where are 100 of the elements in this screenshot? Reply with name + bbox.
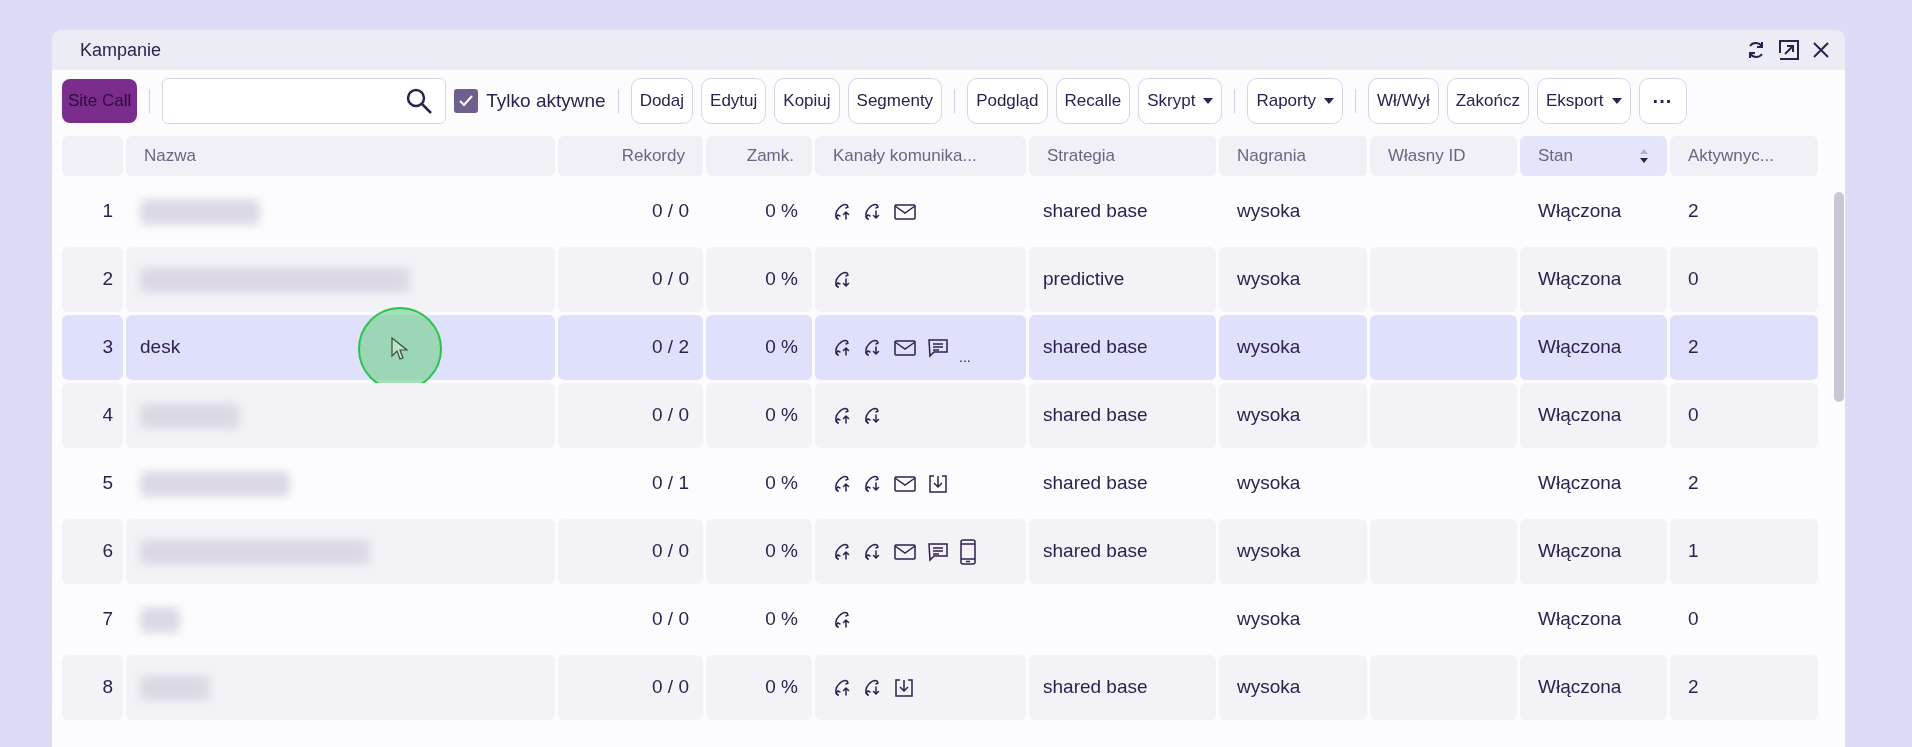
table-cell-text: wysoka <box>1236 607 1302 632</box>
table-cell-text: Włączona <box>1537 471 1623 496</box>
toolbar-button[interactable]: Zakończ <box>1446 78 1529 124</box>
toolbar-button[interactable]: Edytuj <box>701 78 767 124</box>
table-cell-text: 2 <box>1687 199 1700 224</box>
table-cell: shared base <box>1029 383 1216 448</box>
table-cell-text: shared base <box>1042 471 1149 496</box>
table-cell: wysoka <box>1219 519 1367 584</box>
table-cell-text: 0 <box>1687 607 1700 632</box>
table-cell: 0 % <box>706 247 812 312</box>
table-cell: Włączona <box>1520 247 1667 312</box>
table-cell: 2 <box>1670 655 1818 720</box>
column-header[interactable]: Aktywnyc... <box>1670 136 1818 176</box>
table-cell: 0 <box>1670 247 1818 312</box>
toolbar-button[interactable]: Segmenty <box>847 78 943 124</box>
table-cell-text: 0 % <box>764 199 799 224</box>
table-cell-text: 0 % <box>764 471 799 496</box>
table-cell-text: 0 / 0 <box>651 199 690 224</box>
phone-icon <box>959 538 977 565</box>
column-header[interactable]: Nagrania <box>1219 136 1367 176</box>
column-header[interactable]: Nazwa <box>126 136 555 176</box>
toolbar-button[interactable]: Kopiuj <box>774 78 840 124</box>
table-cell: 0 <box>1670 383 1818 448</box>
more-channels: ... <box>959 348 971 367</box>
column-header[interactable]: Własny ID <box>1370 136 1517 176</box>
table-cell-text: Włączona <box>1537 607 1623 632</box>
window-title: Kampanie <box>80 38 162 62</box>
table-cell: 0 / 2 <box>558 315 703 380</box>
table-cell: 1 <box>1670 519 1818 584</box>
table-cell-text: wysoka <box>1236 199 1302 224</box>
table-cell: 0 / 0 <box>558 519 703 584</box>
table-cell-text: Włączona <box>1537 199 1623 224</box>
table-cell: wysoka <box>1219 315 1367 380</box>
table-cell: 0 % <box>706 655 812 720</box>
toolbar-button[interactable]: Podgląd <box>967 78 1048 124</box>
column-header[interactable]: Zamk. <box>706 136 812 176</box>
download-icon <box>927 472 949 495</box>
table-cell: Włączona <box>1520 519 1667 584</box>
table-cell: predictive <box>1029 247 1216 312</box>
dropdown-button[interactable]: Eksport <box>1536 78 1631 124</box>
table-cell: shared base <box>1029 519 1216 584</box>
toolbar-button[interactable]: Wł/Wył <box>1367 78 1439 124</box>
chat-icon <box>927 336 949 359</box>
table-cell: Włączona <box>1520 383 1667 448</box>
table-cell: wysoka <box>1219 247 1367 312</box>
table-cell: wysoka <box>1219 383 1367 448</box>
mail-icon <box>893 337 917 358</box>
row-number: 5 <box>101 471 114 496</box>
table-cell: 0 % <box>706 315 812 380</box>
row-number: 2 <box>62 247 123 312</box>
mail-icon <box>893 473 917 494</box>
toolbar-button[interactable]: Recalle <box>1055 78 1131 124</box>
checkbox-label: Tylko aktywne <box>486 88 606 113</box>
more-button[interactable]: ··· <box>1638 78 1687 124</box>
dropdown-button[interactable]: Raporty <box>1247 78 1343 124</box>
table-cell: 0 / 0 <box>558 655 703 720</box>
row-number: 1 <box>101 199 114 224</box>
mail-icon <box>893 541 917 562</box>
column-header[interactable]: Stan <box>1520 136 1667 176</box>
blurred-name <box>140 606 180 633</box>
mail-icon <box>893 201 917 222</box>
download-icon <box>893 676 915 699</box>
row-number: 6 <box>62 519 123 584</box>
table-cell-text: 2 <box>1687 471 1700 496</box>
table-cell: 2 <box>1670 315 1818 380</box>
table-cell-text: 0 / 1 <box>651 471 690 496</box>
table-cell-text: 0 % <box>764 607 799 632</box>
table-cell: shared base <box>1029 655 1216 720</box>
search-field[interactable] <box>162 78 447 124</box>
table-cell: wysoka <box>1219 655 1367 720</box>
check-icon <box>459 95 474 107</box>
table-cell: shared base <box>1029 315 1216 380</box>
search-icon <box>405 87 434 115</box>
row-number: 3 <box>62 315 123 380</box>
column-header[interactable]: Strategia <box>1029 136 1216 176</box>
table-cell: Włączona <box>1520 315 1667 380</box>
row-number: 7 <box>101 607 114 632</box>
toolbar-button[interactable]: Dodaj <box>630 78 694 124</box>
table-cell-text: wysoka <box>1236 471 1302 496</box>
table-cell: 0 / 0 <box>558 383 703 448</box>
caret-icon <box>1203 98 1214 104</box>
close-icon[interactable] <box>1811 40 1831 60</box>
dropdown-button[interactable]: Skrypt <box>1138 78 1223 124</box>
table-cell: Włączona <box>1520 655 1667 720</box>
table-cell: 0 / 0 <box>558 247 703 312</box>
table-cell: 0 % <box>706 383 812 448</box>
column-header[interactable]: Kanały komunika... <box>815 136 1026 176</box>
table-cell-text: 0 / 0 <box>651 607 690 632</box>
caret-icon <box>1323 98 1334 104</box>
sort-icon[interactable] <box>1639 148 1649 164</box>
column-header[interactable]: Rekordy <box>558 136 703 176</box>
scrollbar[interactable] <box>1834 192 1844 402</box>
popout-icon[interactable] <box>1777 38 1801 62</box>
checkbox[interactable] <box>454 89 479 113</box>
table-cell: 0 % <box>706 519 812 584</box>
caret-icon <box>1611 98 1622 104</box>
table-cell-text: shared base <box>1042 199 1149 224</box>
row-number: 4 <box>62 383 123 448</box>
cursor-icon <box>390 336 410 362</box>
chat-icon <box>927 540 949 563</box>
